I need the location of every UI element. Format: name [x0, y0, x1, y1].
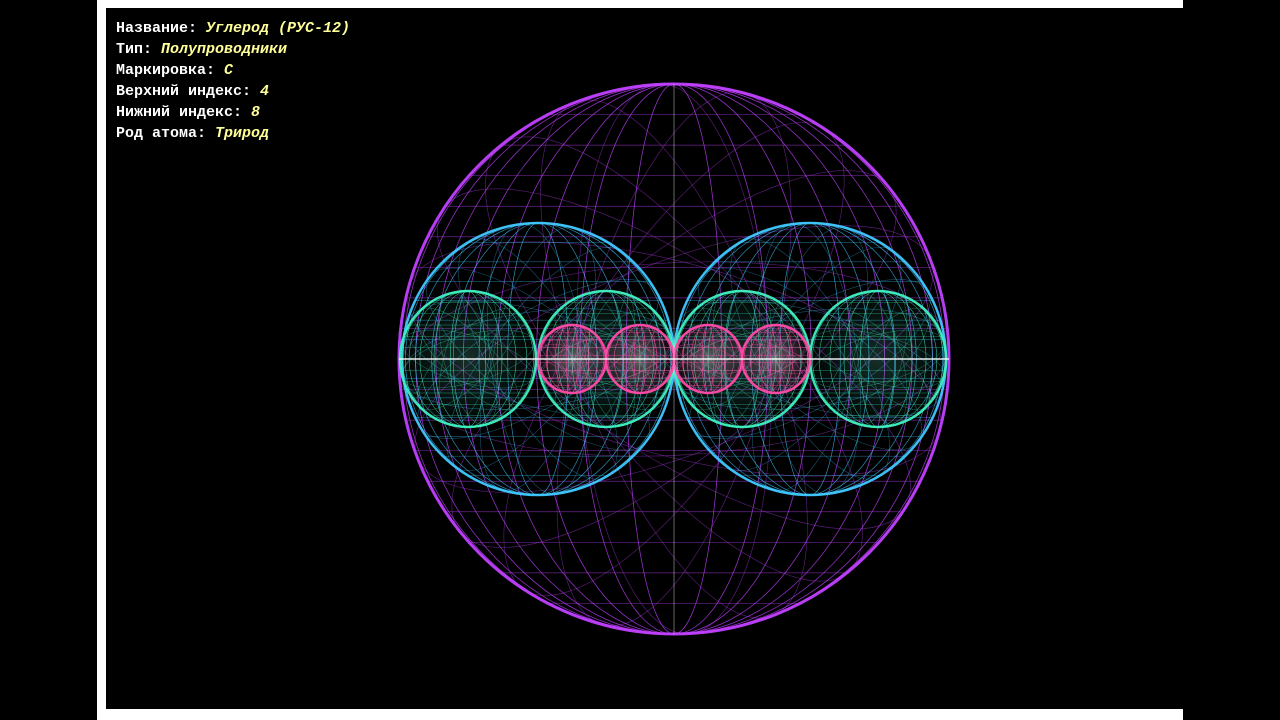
info-row-superscript: Верхний индекс: 4 — [116, 81, 350, 102]
info-value: 4 — [260, 83, 270, 100]
render-viewport[interactable]: Название: Углерод (РУС-12) Тип: Полупров… — [106, 8, 1183, 709]
info-label: Род атома: — [116, 125, 216, 142]
info-label: Нижний индекс: — [116, 104, 252, 121]
info-label: Название: — [116, 20, 207, 37]
info-row-marking: Маркировка: C — [116, 60, 350, 81]
info-row-subscript: Нижний индекс: 8 — [116, 102, 350, 123]
wireframe-spheres — [397, 82, 951, 636]
info-value: Трирод — [215, 125, 270, 142]
info-value: Полупроводники — [161, 41, 288, 58]
info-label: Верхний индекс: — [116, 83, 261, 100]
info-row-atom-kind: Род атома: Трирод — [116, 123, 350, 144]
info-row-type: Тип: Полупроводники — [116, 39, 350, 60]
atom-info-panel: Название: Углерод (РУС-12) Тип: Полупров… — [116, 18, 350, 144]
info-label: Маркировка: — [116, 62, 225, 79]
info-value: 8 — [251, 104, 261, 121]
info-row-name: Название: Углерод (РУС-12) — [116, 18, 350, 39]
info-value: C — [224, 62, 234, 79]
info-value: Углерод (РУС-12) — [206, 20, 351, 37]
info-label: Тип: — [116, 41, 162, 58]
